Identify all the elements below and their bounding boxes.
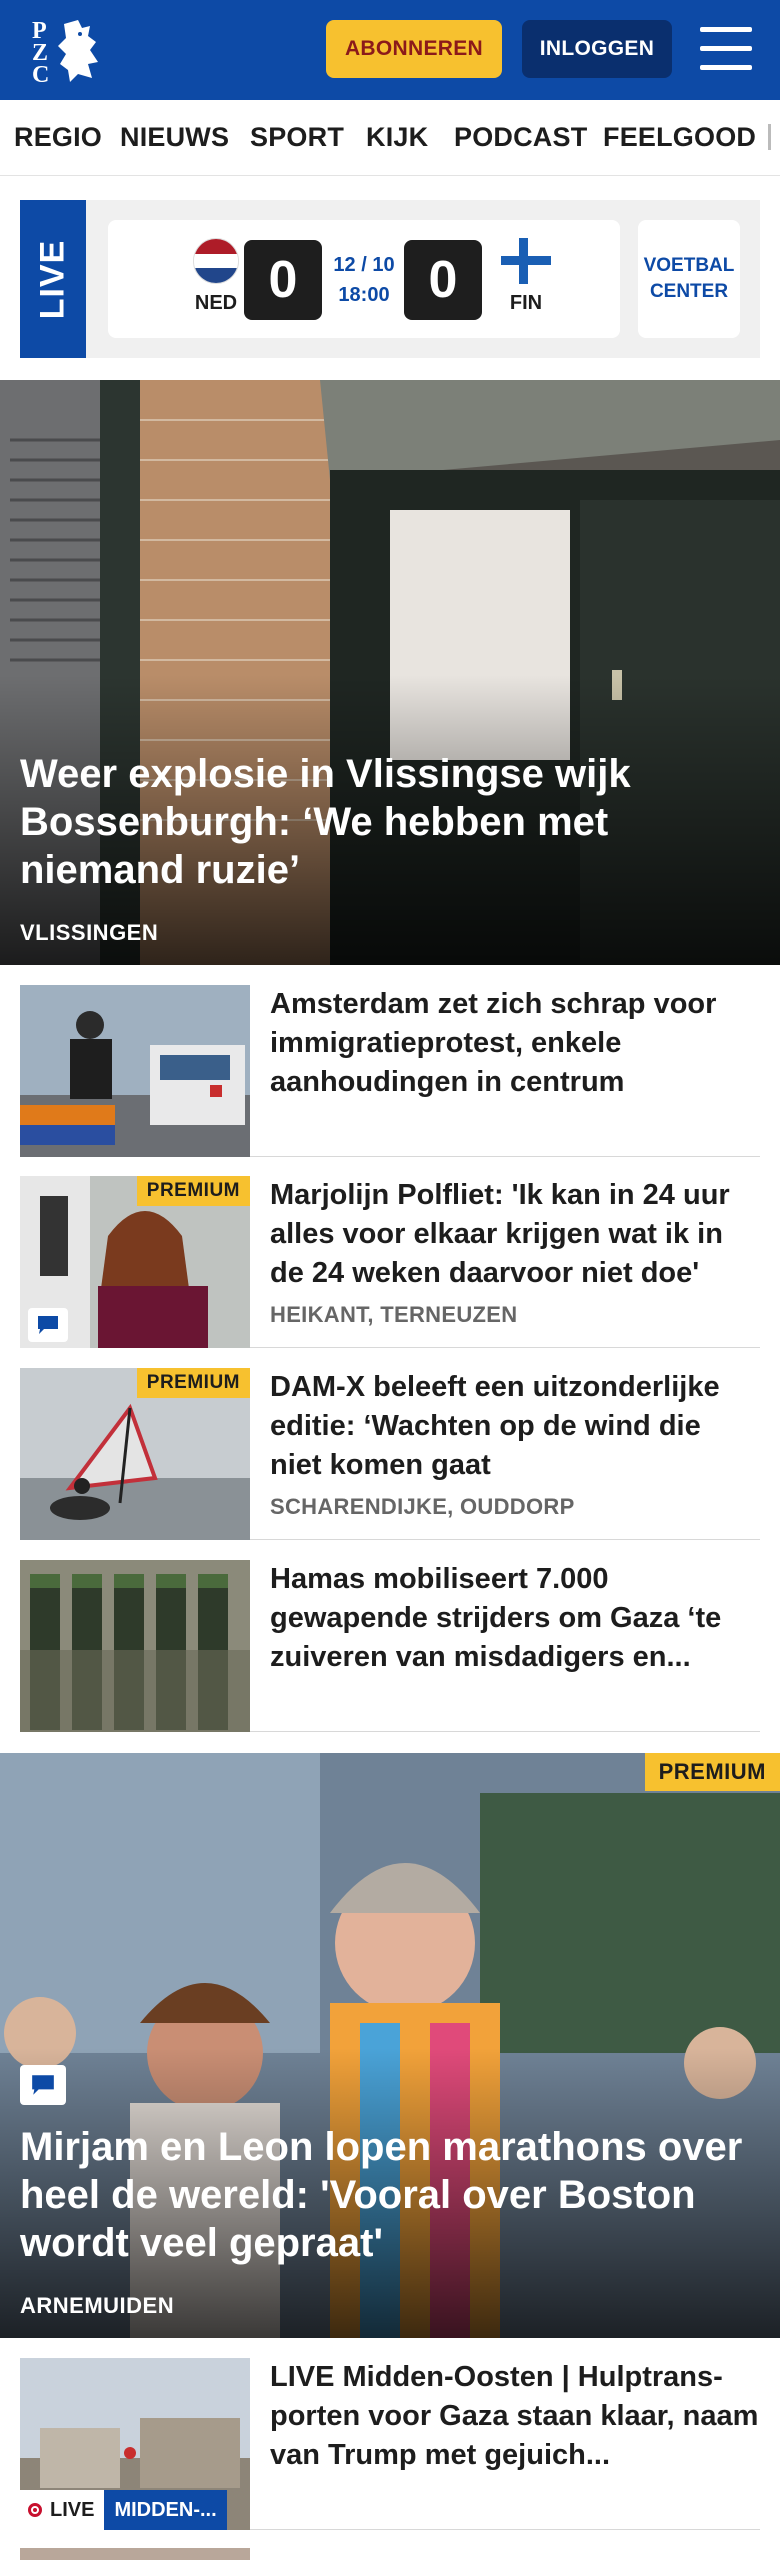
comment-icon (28, 1308, 68, 1342)
feature-article[interactable]: PREMIUM Mirjam en Leon lopen marathons o… (0, 1753, 780, 2338)
home-team: NED (186, 238, 246, 315)
article-thumbnail: PREMIUM (20, 1368, 250, 1540)
hero-title[interactable]: Weer explosie in Vlissingse wijk Bossenb… (20, 750, 740, 894)
article-row[interactable]: PREMIUM Marjolijn Polfliet: 'Ik kan in 2… (20, 1176, 760, 1348)
article-row[interactable]: Amsterdam zet zich schrap voor immigrati… (20, 985, 760, 1157)
topic-tag: MIDDEN-... (104, 2490, 227, 2530)
article-title[interactable]: Hamas mobiliseert 7.000 gewapende strijd… (270, 1560, 760, 1677)
login-button[interactable]: INLOGGEN (522, 20, 672, 78)
comment-icon (20, 2065, 66, 2105)
article-thumbnail: PREMIUM (20, 1176, 250, 1348)
article-row[interactable]: Hamas mobiliseert 7.000 gewapende strijd… (20, 1560, 760, 1732)
subscribe-button[interactable]: ABONNEREN (326, 20, 502, 78)
away-score: 0 (404, 240, 482, 320)
live-match-widget: LIVE NED 0 12 / 10 18:00 0 FIN VOETBAL CE… (20, 200, 760, 358)
article-title[interactable]: LIVE Midden-Oosten | Hulptrans-porten vo… (270, 2358, 760, 2475)
article-thumbnail (20, 985, 250, 1157)
premium-badge: PREMIUM (136, 1368, 250, 1398)
premium-badge: PREMIUM (136, 1176, 250, 1206)
live-dot-icon (28, 2503, 42, 2517)
svg-text:C: C (32, 62, 49, 86)
article-row[interactable]: PREMIUM DAM-X beleeft een uitzonderlijke… (20, 1368, 760, 1540)
hamburger-menu-icon[interactable] (700, 27, 752, 71)
nav-item-podcast[interactable]: PODCAST (454, 122, 587, 153)
pzc-logo[interactable]: P Z C (30, 14, 110, 86)
match-score-card[interactable]: NED 0 12 / 10 18:00 0 FIN (108, 220, 620, 338)
hero-location: VLISSINGEN (20, 920, 159, 945)
nav-item-feelgood[interactable]: FEELGOOD (603, 122, 756, 153)
match-time: 18:00 (338, 284, 390, 306)
article-row[interactable]: LIVE MIDDEN-... LIVE Midden-Oosten | Hul… (20, 2358, 760, 2530)
article-thumbnail-partial (20, 2548, 250, 2560)
nav-item-kijk[interactable]: KIJK (366, 122, 428, 153)
article-title[interactable]: Marjolijn Polfliet: 'Ik kan in 24 uur al… (270, 1176, 760, 1293)
article-thumbnail (20, 1560, 250, 1732)
nav-item-sport[interactable]: SPORT (250, 122, 344, 153)
article-thumbnail: LIVE MIDDEN-... (20, 2358, 250, 2530)
section-nav: REGIO NIEUWS SPORT KIJK PODCAST FEELGOOD (0, 100, 780, 176)
away-team: FIN (496, 238, 556, 315)
voetbal-center-button[interactable]: VOETBAL CENTER (638, 220, 740, 338)
nav-overflow-indicator (768, 124, 771, 150)
nav-item-nieuws[interactable]: NIEUWS (120, 122, 229, 153)
site-header: P Z C ABONNEREN INLOGGEN (0, 0, 780, 100)
article-title[interactable]: DAM-X beleeft een uitzonderlijke editie:… (270, 1368, 760, 1485)
live-tag: LIVE (20, 200, 86, 358)
finland-flag-icon (501, 238, 551, 284)
article-location: HEIKANT, TERNEUZEN (270, 1302, 518, 1327)
home-score: 0 (244, 240, 322, 320)
feature-title[interactable]: Mirjam en Leon lopen marathons over heel… (20, 2123, 760, 2267)
article-title[interactable]: Amsterdam zet zich schrap voor immigrati… (270, 985, 760, 1102)
home-team-name: NED (194, 292, 238, 314)
hero-article[interactable]: Weer explosie in Vlissingse wijk Bossenb… (0, 380, 780, 965)
premium-badge: PREMIUM (644, 1753, 780, 1791)
match-datetime: 12 / 10 18:00 (328, 250, 400, 310)
netherlands-flag-icon (193, 238, 239, 284)
nav-item-regio[interactable]: REGIO (14, 122, 102, 153)
away-team-name: FIN (509, 292, 543, 314)
live-label: LIVE MIDDEN-... (20, 2490, 227, 2530)
feature-location: ARNEMUIDEN (20, 2293, 175, 2318)
match-date: 12 / 10 (333, 254, 395, 276)
article-location: SCHARENDIJKE, OUDDORP (270, 1494, 575, 1519)
